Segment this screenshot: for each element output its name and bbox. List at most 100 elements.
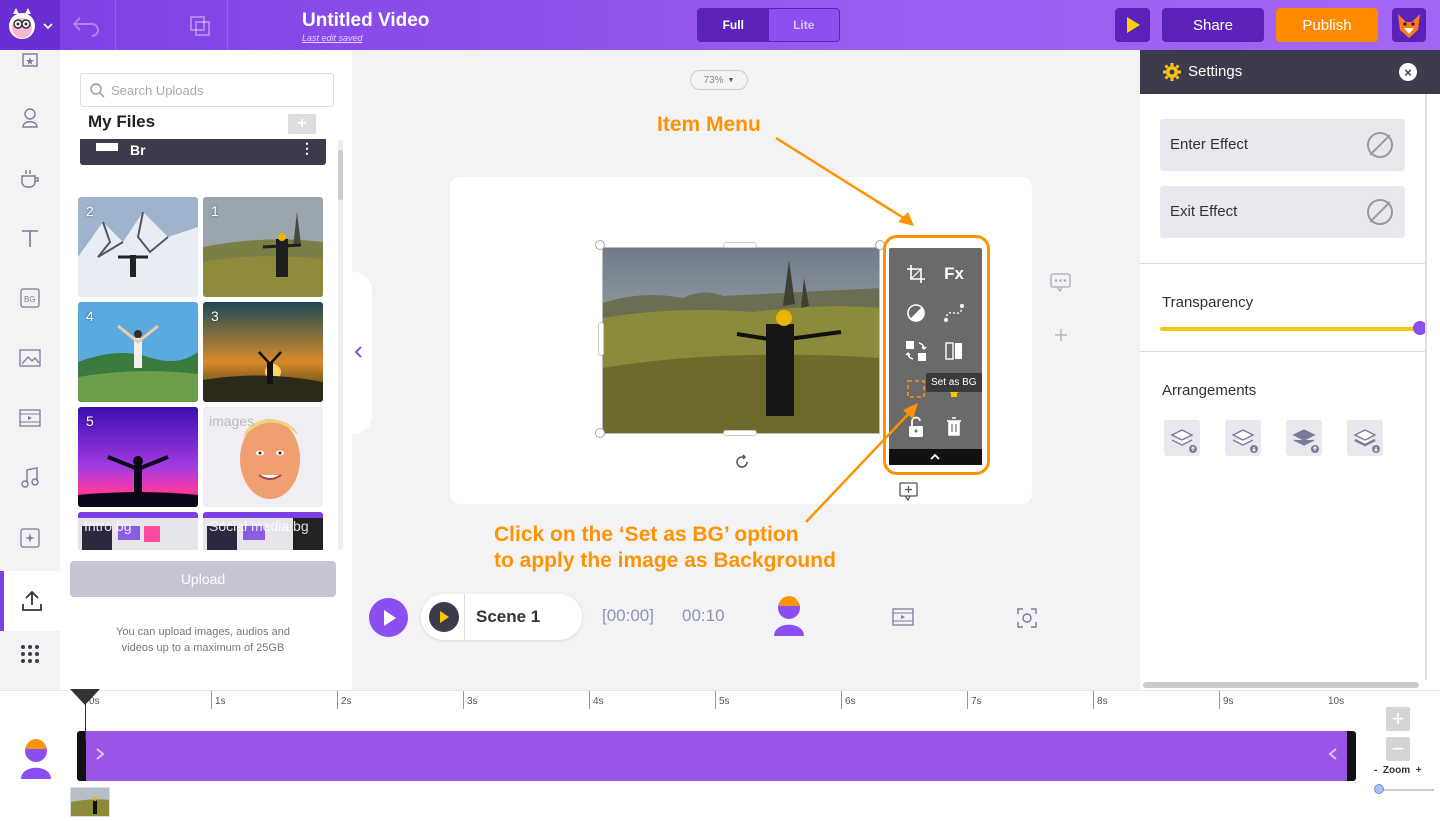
rail-more-apps[interactable] xyxy=(0,624,60,684)
user-avatar[interactable] xyxy=(1392,8,1426,42)
upload-thumbnail[interactable]: 5 xyxy=(78,407,198,507)
scene-duration[interactable]: 00:10 xyxy=(682,606,725,626)
image-icon xyxy=(19,349,41,367)
transparency-slider[interactable] xyxy=(1160,327,1422,331)
upload-thumbnail[interactable]: 4 xyxy=(78,302,198,402)
character-avatar-icon[interactable] xyxy=(770,595,808,637)
upload-thumbnail[interactable]: 1 xyxy=(203,197,323,297)
preview-button[interactable] xyxy=(1115,8,1150,42)
camera-focus-icon[interactable] xyxy=(1017,608,1037,628)
chevron-left-icon[interactable] xyxy=(1327,746,1339,762)
uploads-scrollbar[interactable] xyxy=(338,140,343,550)
search-uploads-input[interactable]: Search Uploads xyxy=(80,73,334,107)
sky-person-image xyxy=(78,302,198,402)
upload-thumbnail[interactable]: images xyxy=(203,407,323,507)
resize-handle[interactable] xyxy=(595,428,605,438)
text-icon xyxy=(22,230,38,247)
send-backward-button[interactable] xyxy=(1225,420,1261,456)
crop-button[interactable] xyxy=(903,261,929,287)
resize-handle[interactable] xyxy=(723,242,757,248)
enter-effect-label: Enter Effect xyxy=(1170,136,1249,153)
comments-icon[interactable] xyxy=(1049,272,1073,292)
play-all-button[interactable] xyxy=(369,598,408,637)
rail-video[interactable] xyxy=(0,388,60,448)
timeline-zoom-slider[interactable] xyxy=(1378,789,1434,791)
close-settings-button[interactable]: × xyxy=(1399,63,1417,81)
new-folder-button[interactable]: + xyxy=(288,114,316,134)
collapse-panel-tab[interactable] xyxy=(352,272,372,434)
timeline-zoom-handle[interactable] xyxy=(1374,784,1384,794)
video-icon xyxy=(19,409,41,427)
play-scene-button[interactable] xyxy=(429,602,459,632)
effects-icon xyxy=(20,528,40,548)
upload-button[interactable]: Upload xyxy=(70,561,336,597)
timeline-item-bar[interactable] xyxy=(77,731,1356,781)
video-scene-icon[interactable] xyxy=(892,607,914,627)
swap-button[interactable] xyxy=(903,338,929,364)
character-avatar-icon[interactable] xyxy=(17,738,55,780)
upload-thumbnail[interactable]: 3 xyxy=(203,302,323,402)
chevron-right-icon[interactable] xyxy=(94,746,106,762)
settings-scrollbar[interactable] xyxy=(1425,94,1427,680)
duplicate-button[interactable] xyxy=(116,0,228,50)
flip-button[interactable] xyxy=(941,338,967,364)
layer-down-icon xyxy=(1231,429,1258,453)
exit-effect-button[interactable]: Exit Effect xyxy=(1160,186,1405,238)
mode-lite-button[interactable]: Lite xyxy=(768,9,839,41)
last-saved-link[interactable]: Last edit saved xyxy=(302,33,363,43)
hill-person-thumb xyxy=(71,788,109,816)
person-icon xyxy=(22,108,38,128)
undo-button[interactable] xyxy=(60,0,116,50)
enter-effect-button[interactable]: Enter Effect xyxy=(1160,119,1405,171)
delete-button[interactable] xyxy=(941,414,967,440)
rail-person[interactable] xyxy=(0,88,60,148)
play-icon xyxy=(1126,17,1140,33)
folder-options-icon[interactable]: ⋮ xyxy=(300,140,314,157)
motion-path-button[interactable] xyxy=(941,300,967,326)
timeline-tick: 7s xyxy=(967,691,982,709)
canvas-zoom-select[interactable]: 73% ▼ xyxy=(690,70,748,90)
resize-handle[interactable] xyxy=(598,322,604,356)
add-scene-icon[interactable] xyxy=(1053,327,1069,343)
mode-full-button[interactable]: Full xyxy=(698,9,769,41)
mode-toggle: Full Lite xyxy=(697,8,840,42)
resize-handle[interactable] xyxy=(595,240,605,250)
caret-down-icon: ▼ xyxy=(727,76,735,84)
thumbnail-label: 3 xyxy=(211,308,219,324)
send-to-back-button[interactable] xyxy=(1347,420,1383,456)
upload-thumbnail[interactable]: 2 xyxy=(78,197,198,297)
transparency-label: Transparency xyxy=(1162,294,1254,311)
rail-images[interactable] xyxy=(0,328,60,388)
set-as-bg-icon xyxy=(907,380,925,398)
resize-handle[interactable] xyxy=(723,430,757,436)
rotate-icon[interactable] xyxy=(734,454,750,470)
rail-characters[interactable] xyxy=(0,28,60,88)
rail-effects[interactable] xyxy=(0,508,60,568)
top-bar: Untitled Video Last edit saved Full Lite… xyxy=(0,0,1440,50)
fx-button[interactable]: Fx xyxy=(941,261,967,287)
video-title[interactable]: Untitled Video xyxy=(302,10,429,32)
bring-to-front-button[interactable] xyxy=(1286,420,1322,456)
folder-item[interactable]: Br ⋮ xyxy=(80,139,326,165)
timeline: 0s 1s 2s 3s 4s 5s 6s 7s 8s 9s 10s + − - … xyxy=(0,689,1440,821)
settings-horizontal-scrollbar[interactable] xyxy=(1143,682,1419,688)
rail-music[interactable] xyxy=(0,448,60,508)
share-button[interactable]: Share xyxy=(1162,8,1264,42)
set-as-bg-tooltip: Set as BG xyxy=(926,373,982,392)
upload-thumbnail[interactable]: Social media bg xyxy=(203,512,323,550)
rail-props[interactable] xyxy=(0,148,60,208)
playhead-handle[interactable] xyxy=(70,689,100,705)
bring-forward-button[interactable] xyxy=(1164,420,1200,456)
publish-button[interactable]: Publish xyxy=(1276,8,1378,42)
timeline-image-thumbnail[interactable] xyxy=(70,787,110,817)
rail-text[interactable] xyxy=(0,208,60,268)
zoom-in-button[interactable]: + xyxy=(1386,706,1410,731)
scene-selector[interactable]: Scene 1 xyxy=(421,594,582,640)
zoom-out-button[interactable]: − xyxy=(1386,736,1410,761)
upload-thumbnail[interactable]: Intro bg xyxy=(78,512,198,550)
settings-title: Settings xyxy=(1188,63,1243,80)
contrast-icon xyxy=(907,304,925,322)
rail-background[interactable]: BG xyxy=(0,268,60,328)
rail-upload[interactable] xyxy=(0,571,60,631)
color-adjust-button[interactable] xyxy=(903,300,929,326)
